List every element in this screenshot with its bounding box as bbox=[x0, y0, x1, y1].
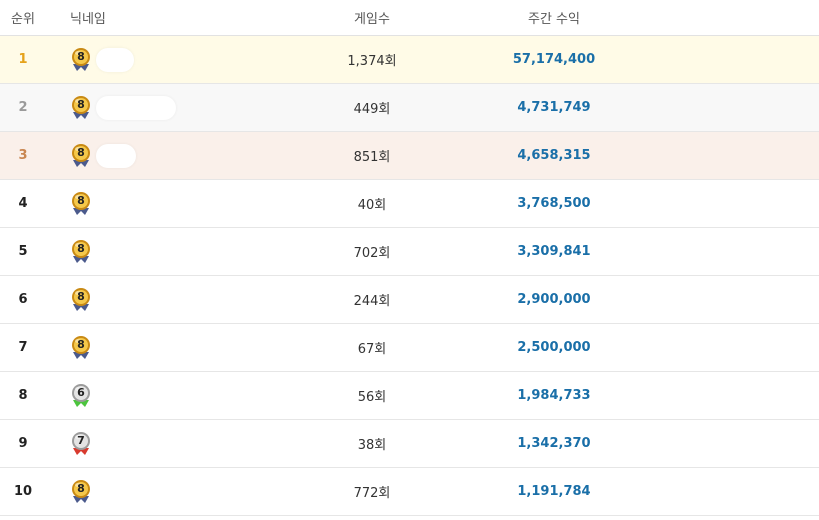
weekly-earnings: 57,174,400 bbox=[512, 52, 596, 67]
weekly-earnings: 4,731,749 bbox=[517, 100, 591, 115]
games-count: 702회 bbox=[353, 246, 391, 261]
redacted-nickname bbox=[94, 439, 104, 448]
level-number: 8 bbox=[77, 289, 85, 303]
games-count: 851회 bbox=[353, 150, 391, 165]
level-number: 8 bbox=[77, 241, 85, 255]
games-count: 244회 bbox=[353, 294, 391, 309]
redacted-nickname bbox=[94, 391, 104, 400]
level-number: 8 bbox=[77, 481, 85, 495]
table-row[interactable]: 4 8 40회 3,768,500 bbox=[0, 180, 819, 228]
gold-medal-level-icon: 8 bbox=[70, 239, 92, 265]
weekly-earnings: 2,900,000 bbox=[517, 292, 591, 307]
gold-medal-level-icon: 8 bbox=[70, 479, 92, 505]
weekly-earnings-ranking-table: 순위 닉네임 게임수 주간 수익 1 8 1,374회 57,174,400 2… bbox=[0, 0, 819, 516]
redacted-nickname bbox=[96, 47, 134, 72]
nickname-cell[interactable]: 6 bbox=[46, 383, 298, 409]
weekly-earnings: 1,342,370 bbox=[517, 436, 591, 451]
nickname-cell[interactable]: 8 bbox=[46, 239, 298, 265]
rank-number: 6 bbox=[18, 292, 28, 307]
redacted-nickname bbox=[94, 295, 104, 304]
redacted-nickname bbox=[96, 95, 176, 120]
rank-number: 9 bbox=[18, 436, 28, 451]
nickname-cell[interactable]: 8 bbox=[46, 335, 298, 361]
rank-number: 4 bbox=[18, 196, 28, 211]
nickname-cell[interactable]: 8 bbox=[46, 191, 298, 217]
level-number: 8 bbox=[77, 49, 85, 63]
redacted-nickname bbox=[94, 487, 104, 496]
rank-number: 10 bbox=[13, 484, 33, 499]
redacted-nickname bbox=[94, 247, 104, 256]
table-row[interactable]: 8 6 56회 1,984,733 bbox=[0, 372, 819, 420]
gold-medal-level-icon: 8 bbox=[70, 191, 92, 217]
weekly-earnings: 3,768,500 bbox=[517, 196, 591, 211]
games-count: 449회 bbox=[353, 102, 391, 117]
weekly-earnings: 1,984,733 bbox=[517, 388, 591, 403]
gold-medal-level-icon: 8 bbox=[70, 95, 92, 121]
games-count: 67회 bbox=[357, 342, 387, 357]
nickname-cell[interactable]: 8 bbox=[46, 47, 298, 73]
level-number: 8 bbox=[77, 337, 85, 351]
table-header-row: 순위 닉네임 게임수 주간 수익 bbox=[0, 0, 819, 36]
gold-medal-level-icon: 8 bbox=[70, 287, 92, 313]
table-row[interactable]: 3 8 851회 4,658,315 bbox=[0, 132, 819, 180]
table-row[interactable]: 1 8 1,374회 57,174,400 bbox=[0, 36, 819, 84]
games-count: 38회 bbox=[357, 438, 387, 453]
nickname-cell[interactable]: 8 bbox=[46, 287, 298, 313]
level-number: 7 bbox=[77, 433, 85, 447]
weekly-earnings: 4,658,315 bbox=[517, 148, 591, 163]
nickname-cell[interactable]: 7 bbox=[46, 431, 298, 457]
header-earnings: 주간 수익 bbox=[528, 12, 580, 27]
header-games: 게임수 bbox=[354, 12, 390, 27]
redacted-nickname bbox=[94, 343, 104, 352]
nickname-cell[interactable]: 8 bbox=[46, 479, 298, 505]
redacted-nickname bbox=[94, 199, 104, 208]
level-number: 8 bbox=[77, 193, 85, 207]
games-count: 1,374회 bbox=[347, 54, 397, 69]
silver-medal-green-ribbon-icon: 6 bbox=[70, 383, 92, 409]
level-number: 8 bbox=[77, 145, 85, 159]
gold-medal-level-icon: 8 bbox=[70, 143, 92, 169]
table-row[interactable]: 6 8 244회 2,900,000 bbox=[0, 276, 819, 324]
silver-medal-red-ribbon-icon: 7 bbox=[70, 431, 92, 457]
level-number: 6 bbox=[77, 385, 85, 399]
rank-number: 3 bbox=[18, 148, 28, 163]
table-row[interactable]: 9 7 38회 1,342,370 bbox=[0, 420, 819, 468]
rank-number: 8 bbox=[18, 388, 28, 403]
header-rank: 순위 bbox=[11, 12, 35, 27]
rank-number: 1 bbox=[18, 52, 28, 67]
weekly-earnings: 1,191,784 bbox=[517, 484, 591, 499]
weekly-earnings: 2,500,000 bbox=[517, 340, 591, 355]
table-row[interactable]: 7 8 67회 2,500,000 bbox=[0, 324, 819, 372]
rank-number: 5 bbox=[18, 244, 28, 259]
rank-number: 7 bbox=[18, 340, 28, 355]
games-count: 40회 bbox=[357, 198, 387, 213]
nickname-cell[interactable]: 8 bbox=[46, 95, 298, 121]
gold-medal-level-icon: 8 bbox=[70, 47, 92, 73]
gold-medal-level-icon: 8 bbox=[70, 335, 92, 361]
table-row[interactable]: 10 8 772회 1,191,784 bbox=[0, 468, 819, 516]
table-row[interactable]: 2 8 449회 4,731,749 bbox=[0, 84, 819, 132]
level-number: 8 bbox=[77, 97, 85, 111]
weekly-earnings: 3,309,841 bbox=[517, 244, 591, 259]
header-nickname: 닉네임 bbox=[70, 12, 106, 27]
nickname-cell[interactable]: 8 bbox=[46, 143, 298, 169]
redacted-nickname bbox=[96, 143, 136, 168]
games-count: 56회 bbox=[357, 390, 387, 405]
table-row[interactable]: 5 8 702회 3,309,841 bbox=[0, 228, 819, 276]
games-count: 772회 bbox=[353, 486, 391, 501]
rank-number: 2 bbox=[18, 100, 28, 115]
